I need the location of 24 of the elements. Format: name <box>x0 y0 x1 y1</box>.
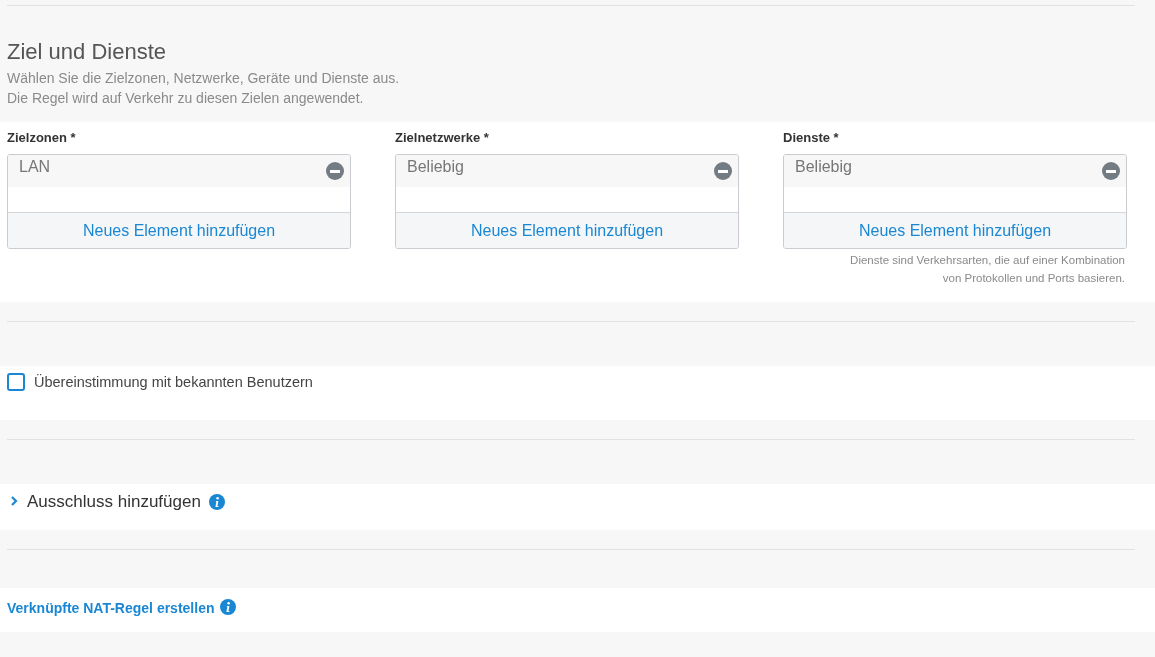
nat-rule-link[interactable]: Verknüpfte NAT-Regel erstellen <box>7 599 215 617</box>
info-icon[interactable] <box>208 494 225 510</box>
hint-text: von Protokollen und Ports basieren. <box>942 271 1125 286</box>
section-title: Ziel und Dienste <box>7 38 167 66</box>
field-label: Dienste * <box>783 130 839 147</box>
info-icon[interactable] <box>220 599 237 615</box>
checkbox[interactable] <box>7 373 25 391</box>
section-description: Die Regel wird auf Verkehr zu diesen Zielen angewendet. <box>7 89 364 108</box>
add-item-button[interactable]: Neues Element hinzufügen <box>396 212 738 248</box>
add-item-button[interactable]: Neues Element hinzufügen <box>784 212 1126 248</box>
selected-item: Beliebig <box>407 157 464 177</box>
remove-icon[interactable] <box>326 162 344 180</box>
selected-item: Beliebig <box>795 157 852 177</box>
remove-icon[interactable] <box>714 162 732 180</box>
expander-label[interactable]: Ausschluss hinzufügen <box>27 492 201 512</box>
section-description: Wählen Sie die Zielzonen, Netzwerke, Geräte und Dienste aus. <box>7 69 400 88</box>
hint-text: Dienste sind Verkehrsarten, die auf einer Kombination <box>850 253 1125 268</box>
selected-item: LAN <box>19 157 51 177</box>
remove-icon[interactable] <box>1102 162 1120 180</box>
field-label: Zielzonen * <box>7 130 76 147</box>
chevron-right-icon[interactable] <box>9 495 19 507</box>
add-item-button[interactable]: Neues Element hinzufügen <box>8 212 350 248</box>
field-label: Zielnetzwerke * <box>395 130 489 147</box>
checkbox-label[interactable]: Übereinstimmung mit bekannten Benutzern <box>34 373 313 391</box>
